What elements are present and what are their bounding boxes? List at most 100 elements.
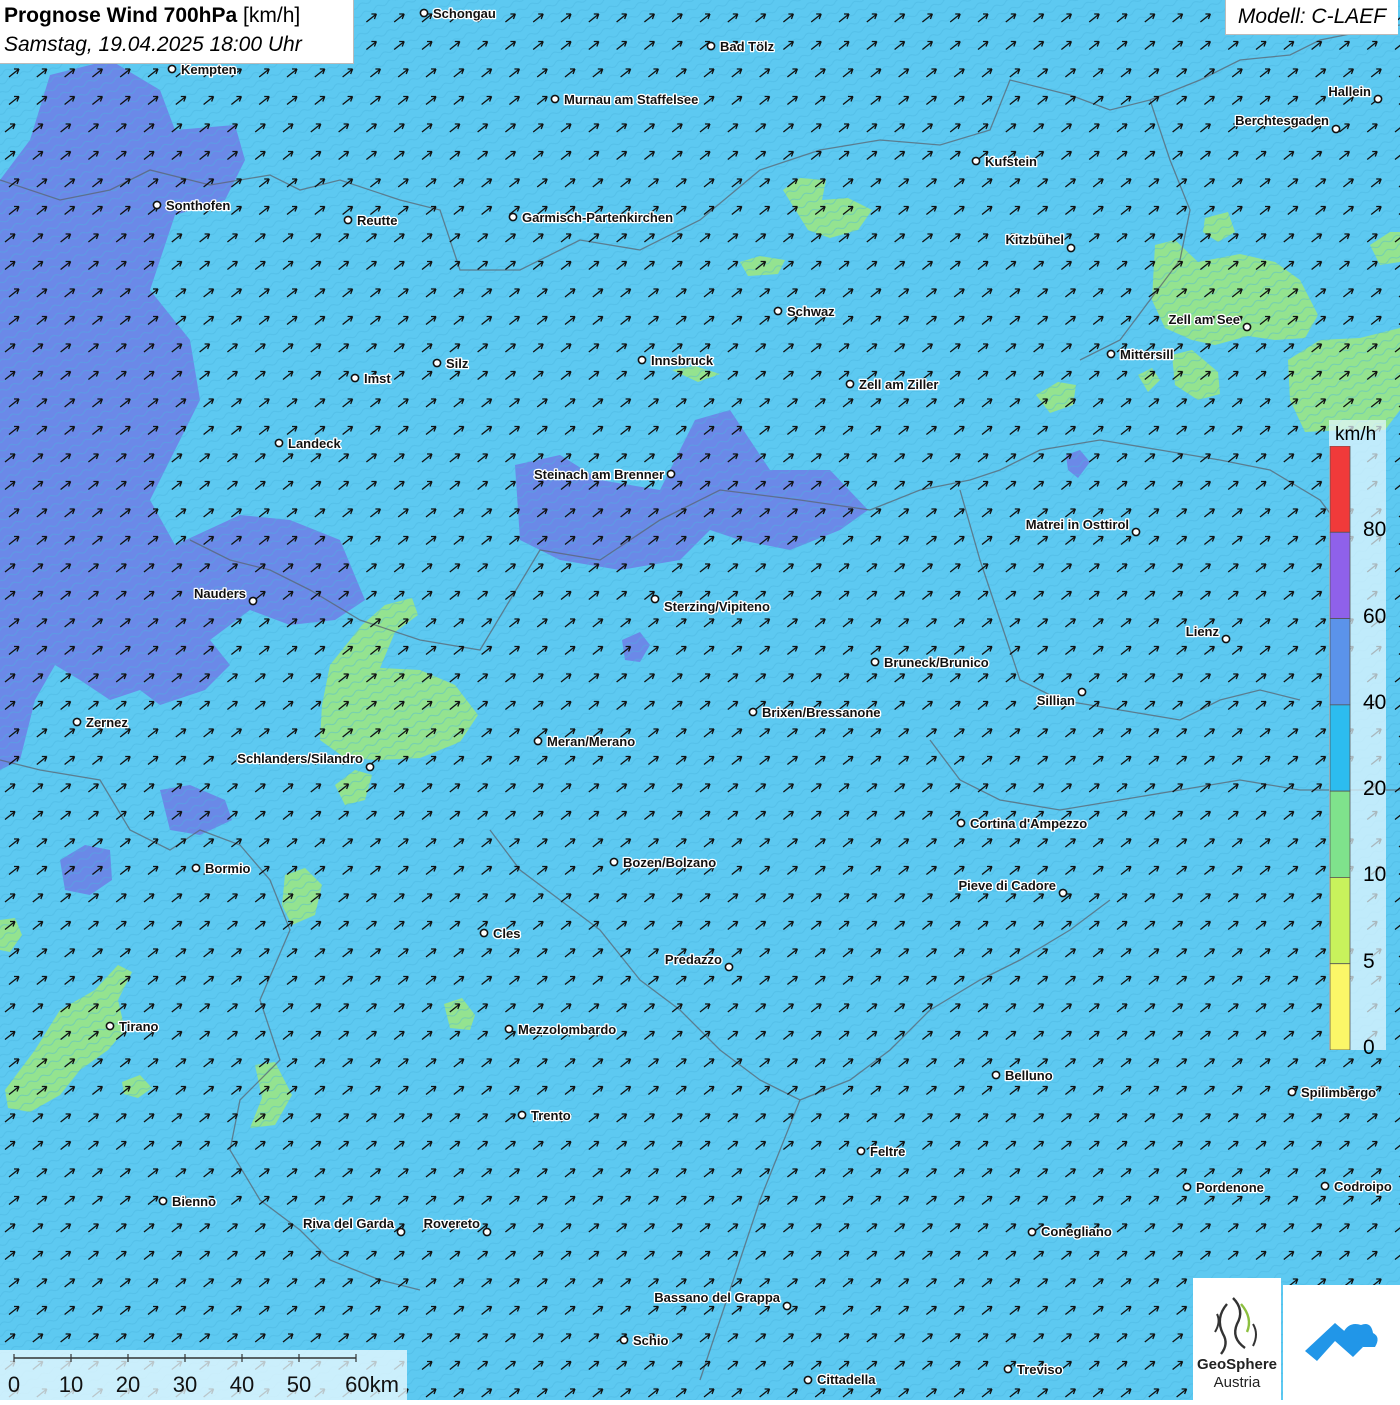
city-meran-merano: Meran/Merano — [533, 733, 636, 750]
scale-bar-label: 60km — [345, 1372, 399, 1397]
city-marker-icon — [1287, 1087, 1297, 1097]
geosphere-name: GeoSphere — [1196, 1356, 1278, 1373]
city-marker-icon — [482, 1227, 492, 1237]
city-name: Sterzing/Vipiteno — [664, 599, 770, 614]
scale-bar-label: 40 — [230, 1372, 254, 1397]
city-name: Trento — [531, 1108, 571, 1123]
city-marker-icon — [971, 156, 981, 166]
city-murnau-am-staffelsee: Murnau am Staffelsee — [550, 91, 700, 108]
scale-bar-label: 0 — [8, 1372, 20, 1397]
city-marker-icon — [504, 1024, 514, 1034]
city-marker-icon — [666, 469, 676, 479]
city-name: Kufstein — [985, 154, 1037, 169]
city-marker-icon — [845, 379, 855, 389]
city-marker-icon — [619, 1335, 629, 1345]
model-label: Modell: C-LAEF — [1225, 0, 1398, 35]
city-name: Zell am Ziller — [859, 377, 938, 392]
geosphere-logo: GeoSphere Austria — [1193, 1278, 1281, 1400]
city-marker-icon — [609, 857, 619, 867]
map-title: Prognose Wind 700hPa [km/h] — [4, 4, 300, 28]
city-marker-icon — [1373, 94, 1383, 104]
city-name: Brixen/Bressanone — [762, 705, 881, 720]
city-marker-icon — [1058, 888, 1068, 898]
city-name: Bad Tölz — [720, 39, 775, 54]
city-name: Hallein — [1328, 84, 1371, 99]
city-marker-icon — [870, 657, 880, 667]
city-name: Innsbruck — [651, 353, 714, 368]
city-marker-icon — [773, 306, 783, 316]
city-name: Bormio — [205, 861, 251, 876]
city-name: Landeck — [288, 436, 342, 451]
city-name: Sonthofen — [166, 198, 230, 213]
city-marker-icon — [1003, 1364, 1013, 1374]
legend-tick-label: 80 — [1363, 518, 1387, 542]
city-name: Zell am See — [1168, 312, 1240, 327]
city-name: Matrei in Osttirol — [1026, 517, 1129, 532]
legend-color-step — [1329, 963, 1351, 1050]
legend-tick-label: 40 — [1363, 690, 1387, 714]
city-name: Schongau — [433, 6, 496, 21]
city-name: Spilimbergo — [1301, 1085, 1376, 1100]
city-cortina-d-ampezzo: Cortina d'Ampezzo — [956, 815, 1089, 832]
city-name: Cittadella — [817, 1372, 876, 1387]
scale-bar-ruler: 0 10 20 30 40 50 60km — [8, 1354, 399, 1397]
city-name: Imst — [364, 371, 391, 386]
legend-tick-label: 10 — [1363, 863, 1387, 887]
forecast-datetime: Samstag, 19.04.2025 18:00 Uhr — [4, 33, 302, 56]
city-marker-icon — [365, 762, 375, 772]
city-conegliano: Conegliano — [1027, 1223, 1113, 1240]
city-name: Nauders — [194, 586, 246, 601]
city-marker-icon — [991, 1070, 1001, 1080]
wind-forecast-map[interactable]: Schongau Bad Tölz Kempten Murnau am Staffel… — [0, 0, 1400, 1400]
city-marker-icon — [724, 962, 734, 972]
scale-bar-label: 10 — [59, 1372, 83, 1397]
app-logo-icon — [1305, 1323, 1378, 1361]
city-marker-icon — [105, 1021, 115, 1031]
city-marker-icon — [479, 928, 489, 938]
city-spilimbergo: Spilimbergo — [1287, 1084, 1377, 1101]
city-name: Meran/Merano — [547, 734, 635, 749]
city-marker-icon — [432, 358, 442, 368]
city-marker-icon — [167, 64, 177, 74]
scale-bar-label: 20 — [116, 1372, 140, 1397]
legend-color-step — [1329, 877, 1351, 965]
city-marker-icon — [191, 863, 201, 873]
city-marker-icon — [1066, 243, 1076, 253]
legend-color-step — [1329, 531, 1351, 619]
legend-tick-label: 60 — [1363, 604, 1387, 628]
city-garmisch-partenkirchen: Garmisch-Partenkirchen — [508, 209, 674, 226]
city-marker-icon — [748, 707, 758, 717]
city-marker-icon — [158, 1196, 168, 1206]
city-marker-icon — [152, 200, 162, 210]
city-name: Schio — [633, 1333, 668, 1348]
app-logo — [1283, 1285, 1400, 1400]
city-name: Berchtesgaden — [1235, 113, 1329, 128]
city-name: Treviso — [1017, 1362, 1063, 1377]
city-bozen-bolzano: Bozen/Bolzano — [609, 854, 718, 871]
legend-color-step — [1329, 704, 1351, 792]
city-name: Bienno — [172, 1194, 216, 1209]
city-marker-icon — [350, 373, 360, 383]
city-name: Cles — [493, 926, 520, 941]
city-name: Cortina d'Ampezzo — [970, 816, 1087, 831]
city-name: Reutte — [357, 213, 397, 228]
city-name: Codroipo — [1334, 1179, 1392, 1194]
legend-color-step — [1329, 446, 1351, 533]
city-name: Schwaz — [787, 304, 835, 319]
city-marker-icon — [419, 8, 429, 18]
city-name: Mezzolombardo — [518, 1022, 616, 1037]
city-marker-icon — [1221, 634, 1231, 644]
city-marker-icon — [637, 355, 647, 365]
city-bruneck-brunico: Bruneck/Brunico — [870, 654, 990, 671]
city-name: Schlanders/Silandro — [237, 751, 363, 766]
city-marker-icon — [782, 1301, 792, 1311]
city-name: Zernez — [86, 715, 128, 730]
city-marker-icon — [343, 215, 353, 225]
legend-color-step — [1329, 790, 1351, 878]
city-steinach-am-brenner: Steinach am Brenner — [533, 466, 676, 483]
city-marker-icon — [1027, 1227, 1037, 1237]
city-name: Belluno — [1005, 1068, 1053, 1083]
city-marker-icon — [1320, 1181, 1330, 1191]
city-marker-icon — [248, 596, 258, 606]
city-marker-icon — [1106, 349, 1116, 359]
